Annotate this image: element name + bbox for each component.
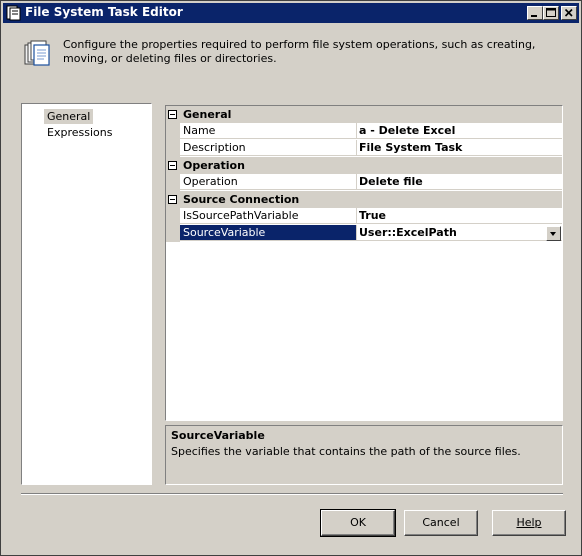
dropdown-arrow-button[interactable] <box>546 226 561 241</box>
property-grid[interactable]: General Name a - Delete Excel Descriptio… <box>165 105 563 421</box>
property-value[interactable]: File System Task <box>357 140 562 156</box>
help-button[interactable]: Help <box>492 510 566 536</box>
close-icon <box>564 8 573 17</box>
collapse-icon[interactable] <box>168 195 177 204</box>
row-gutter <box>166 174 180 191</box>
category-label: Operation <box>183 159 245 172</box>
nav-item-expressions[interactable]: Expressions <box>44 125 115 140</box>
divider <box>21 493 563 495</box>
category-source-connection[interactable]: Source Connection <box>166 191 562 208</box>
task-editor-icon <box>6 5 21 21</box>
property-value[interactable]: Delete file <box>357 174 562 190</box>
file-system-task-icon <box>24 40 50 66</box>
property-name: Description <box>180 140 357 156</box>
window-title: File System Task Editor <box>25 5 183 19</box>
property-value: User::ExcelPath <box>359 226 457 239</box>
property-row-description[interactable]: Description File System Task <box>166 140 562 157</box>
source-variable-combo[interactable]: User::ExcelPath <box>357 225 562 241</box>
property-name: Operation <box>180 174 357 190</box>
minimize-button[interactable] <box>527 6 543 20</box>
property-row-source-variable[interactable]: SourceVariable User::ExcelPath <box>166 225 562 242</box>
minimize-icon <box>531 15 537 17</box>
header-description: Configure the properties required to per… <box>63 38 536 65</box>
collapse-icon[interactable] <box>168 161 177 170</box>
category-general[interactable]: General <box>166 106 562 123</box>
collapse-icon[interactable] <box>168 110 177 119</box>
row-gutter <box>166 208 180 225</box>
property-row-name[interactable]: Name a - Delete Excel <box>166 123 562 140</box>
category-label: General <box>183 108 232 121</box>
nav-item-general[interactable]: General <box>44 109 94 124</box>
property-value[interactable]: a - Delete Excel <box>357 123 562 139</box>
close-button[interactable] <box>561 6 577 20</box>
cancel-button[interactable]: Cancel <box>404 510 478 536</box>
row-gutter <box>166 140 180 157</box>
property-value[interactable]: True <box>357 208 562 224</box>
help-button-label: Help <box>516 516 542 529</box>
file-system-task-editor-window: File System Task Editor Configure the pr… <box>0 0 582 556</box>
row-gutter <box>166 225 180 242</box>
help-title: SourceVariable <box>171 429 265 442</box>
property-name: SourceVariable <box>180 225 357 241</box>
title-bar[interactable]: File System Task Editor <box>3 3 579 23</box>
maximize-icon <box>546 8 556 17</box>
property-help-panel: SourceVariable Specifies the variable th… <box>165 425 563 485</box>
property-row-is-source-path-variable[interactable]: IsSourcePathVariable True <box>166 208 562 225</box>
property-name: IsSourcePathVariable <box>180 208 357 224</box>
nav-panel: General Expressions <box>21 103 152 485</box>
category-label: Source Connection <box>183 193 300 206</box>
help-text: Specifies the variable that contains the… <box>171 445 521 458</box>
category-operation[interactable]: Operation <box>166 157 562 174</box>
maximize-button[interactable] <box>543 6 559 20</box>
property-row-operation[interactable]: Operation Delete file <box>166 174 562 191</box>
ok-button[interactable]: OK <box>320 509 396 537</box>
property-name: Name <box>180 123 357 139</box>
row-gutter <box>166 123 180 140</box>
